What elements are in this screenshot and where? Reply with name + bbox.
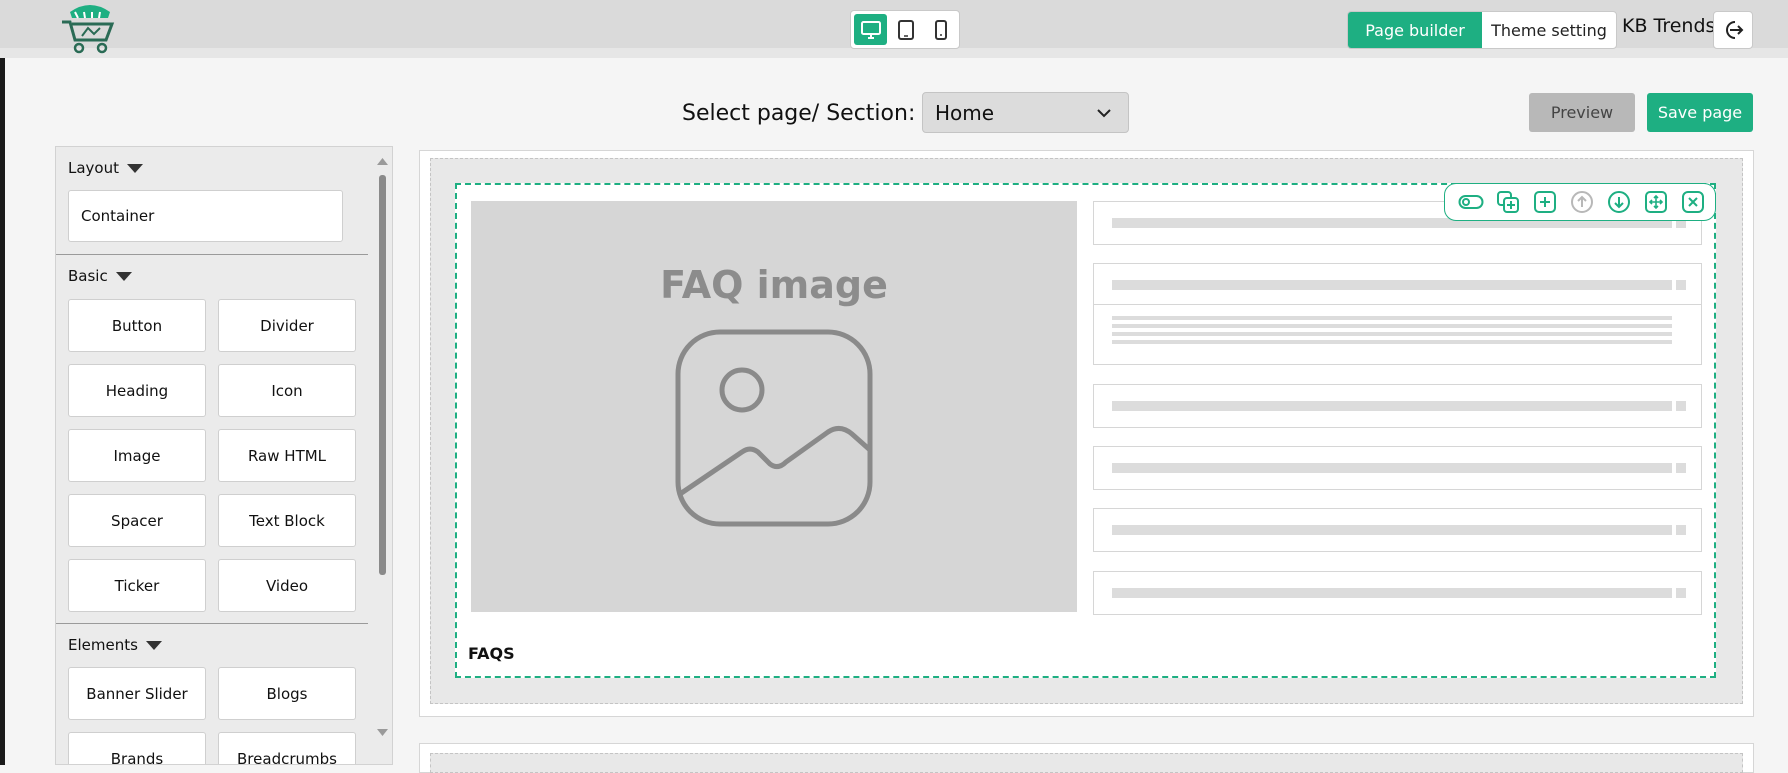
elements-section-title: Elements bbox=[68, 636, 138, 654]
basic-section-title: Basic bbox=[68, 267, 108, 285]
section-divider bbox=[56, 254, 368, 255]
desktop-icon bbox=[860, 20, 881, 39]
faq-item-row bbox=[1093, 446, 1702, 490]
chevron-down-icon bbox=[1097, 109, 1111, 118]
elements-section-toggle[interactable]: Elements bbox=[68, 636, 162, 654]
widget-spacer[interactable]: Spacer bbox=[68, 494, 206, 547]
remove-section-button[interactable] bbox=[1680, 189, 1706, 215]
faq-item-row bbox=[1093, 508, 1702, 552]
window-edge bbox=[0, 58, 5, 765]
caret-down-icon bbox=[127, 163, 143, 173]
widget-ticker[interactable]: Ticker bbox=[68, 559, 206, 612]
faq-item-row bbox=[1093, 384, 1702, 428]
faq-section-title: FAQS bbox=[468, 644, 515, 663]
select-page-label: Select page/ Section: bbox=[682, 101, 916, 126]
faq-answer-line bbox=[1112, 316, 1672, 320]
move-up-button[interactable] bbox=[1569, 189, 1595, 215]
section-divider bbox=[56, 623, 368, 624]
mode-tabs: Page builder Theme setting bbox=[1347, 11, 1617, 49]
widget-button[interactable]: Button bbox=[68, 299, 206, 352]
widget-divider[interactable]: Divider bbox=[218, 299, 356, 352]
faq-image-label: FAQ image bbox=[660, 263, 888, 307]
widget-image[interactable]: Image bbox=[68, 429, 206, 482]
mobile-icon bbox=[934, 19, 947, 40]
faq-question-placeholder bbox=[1112, 463, 1672, 473]
logout-icon bbox=[1726, 21, 1744, 39]
faq-toggle-placeholder bbox=[1676, 525, 1686, 535]
faq-answer-line bbox=[1112, 340, 1672, 344]
faq-toggle-placeholder bbox=[1676, 401, 1686, 411]
scroll-down-arrow-icon bbox=[377, 729, 388, 736]
drag-icon bbox=[1645, 191, 1667, 213]
faq-item-row bbox=[1093, 571, 1702, 615]
move-down-button[interactable] bbox=[1606, 189, 1632, 215]
faq-toggle-placeholder bbox=[1676, 588, 1686, 598]
widget-banner-slider[interactable]: Banner Slider bbox=[68, 667, 206, 720]
widget-icon[interactable]: Icon bbox=[218, 364, 356, 417]
image-placeholder-icon bbox=[675, 329, 873, 527]
device-switcher bbox=[850, 10, 960, 49]
page-select-value: Home bbox=[935, 100, 995, 125]
toggle-visibility-button[interactable] bbox=[1458, 189, 1484, 215]
basic-section-toggle[interactable]: Basic bbox=[68, 267, 132, 285]
desktop-view-button[interactable] bbox=[854, 14, 887, 45]
scrollbar-track bbox=[377, 158, 388, 736]
close-icon bbox=[1682, 191, 1704, 213]
faq-answer-line bbox=[1112, 324, 1672, 328]
widget-heading[interactable]: Heading bbox=[68, 364, 206, 417]
save-page-button[interactable]: Save page bbox=[1647, 93, 1753, 132]
logout-button[interactable] bbox=[1713, 11, 1753, 49]
scroll-up-arrow-icon bbox=[377, 158, 388, 165]
widget-text-block[interactable]: Text Block bbox=[218, 494, 356, 547]
store-logo[interactable] bbox=[58, 2, 122, 56]
duplicate-icon bbox=[1497, 191, 1519, 213]
move-up-icon bbox=[1571, 191, 1593, 213]
faq-image-placeholder[interactable]: FAQ image bbox=[471, 201, 1077, 612]
widget-video[interactable]: Video bbox=[218, 559, 356, 612]
add-icon bbox=[1534, 191, 1556, 213]
widget-breadcrumbs[interactable]: Breadcrumbs bbox=[218, 732, 356, 764]
layout-section-toggle[interactable]: Layout bbox=[68, 159, 143, 177]
toggle-icon bbox=[1458, 195, 1484, 209]
faq-question-placeholder bbox=[1112, 401, 1672, 411]
widget-raw-html[interactable]: Raw HTML bbox=[218, 429, 356, 482]
scrollbar-thumb bbox=[379, 175, 386, 575]
store-name: KB Trends bbox=[1622, 15, 1716, 37]
faq-question-placeholder bbox=[1112, 525, 1672, 535]
section-toolbar bbox=[1444, 183, 1716, 221]
add-section-button[interactable] bbox=[1532, 189, 1558, 215]
widget-sidebar: Layout Container Basic Button Divider He… bbox=[55, 146, 393, 765]
drag-section-button[interactable] bbox=[1643, 189, 1669, 215]
layout-section-title: Layout bbox=[68, 159, 119, 177]
cart-logo-icon bbox=[62, 5, 115, 54]
faq-toggle-placeholder bbox=[1676, 463, 1686, 473]
duplicate-section-button[interactable] bbox=[1495, 189, 1521, 215]
page-select[interactable]: Home bbox=[922, 92, 1129, 133]
widget-brands[interactable]: Brands bbox=[68, 732, 206, 764]
preview-button[interactable]: Preview bbox=[1529, 93, 1635, 132]
faq-toggle-placeholder bbox=[1676, 280, 1686, 290]
caret-down-icon bbox=[115, 271, 132, 281]
widget-blogs[interactable]: Blogs bbox=[218, 667, 356, 720]
tab-theme-setting[interactable]: Theme setting bbox=[1482, 12, 1616, 48]
next-section-dropzone[interactable] bbox=[430, 753, 1743, 773]
faq-answer-line bbox=[1112, 332, 1672, 336]
tablet-icon bbox=[897, 19, 914, 40]
tab-page-builder[interactable]: Page builder bbox=[1348, 12, 1482, 48]
move-down-icon bbox=[1608, 191, 1630, 213]
tablet-view-button[interactable] bbox=[889, 14, 922, 45]
faq-answer-divider bbox=[1094, 304, 1701, 305]
faq-item-row-expanded bbox=[1093, 263, 1702, 365]
sidebar-scrollbar[interactable] bbox=[373, 147, 392, 737]
caret-down-icon bbox=[145, 640, 162, 650]
mobile-view-button[interactable] bbox=[924, 14, 957, 45]
faq-question-placeholder bbox=[1112, 280, 1672, 290]
widget-container[interactable]: Container bbox=[68, 190, 343, 242]
faq-question-placeholder bbox=[1112, 588, 1672, 598]
